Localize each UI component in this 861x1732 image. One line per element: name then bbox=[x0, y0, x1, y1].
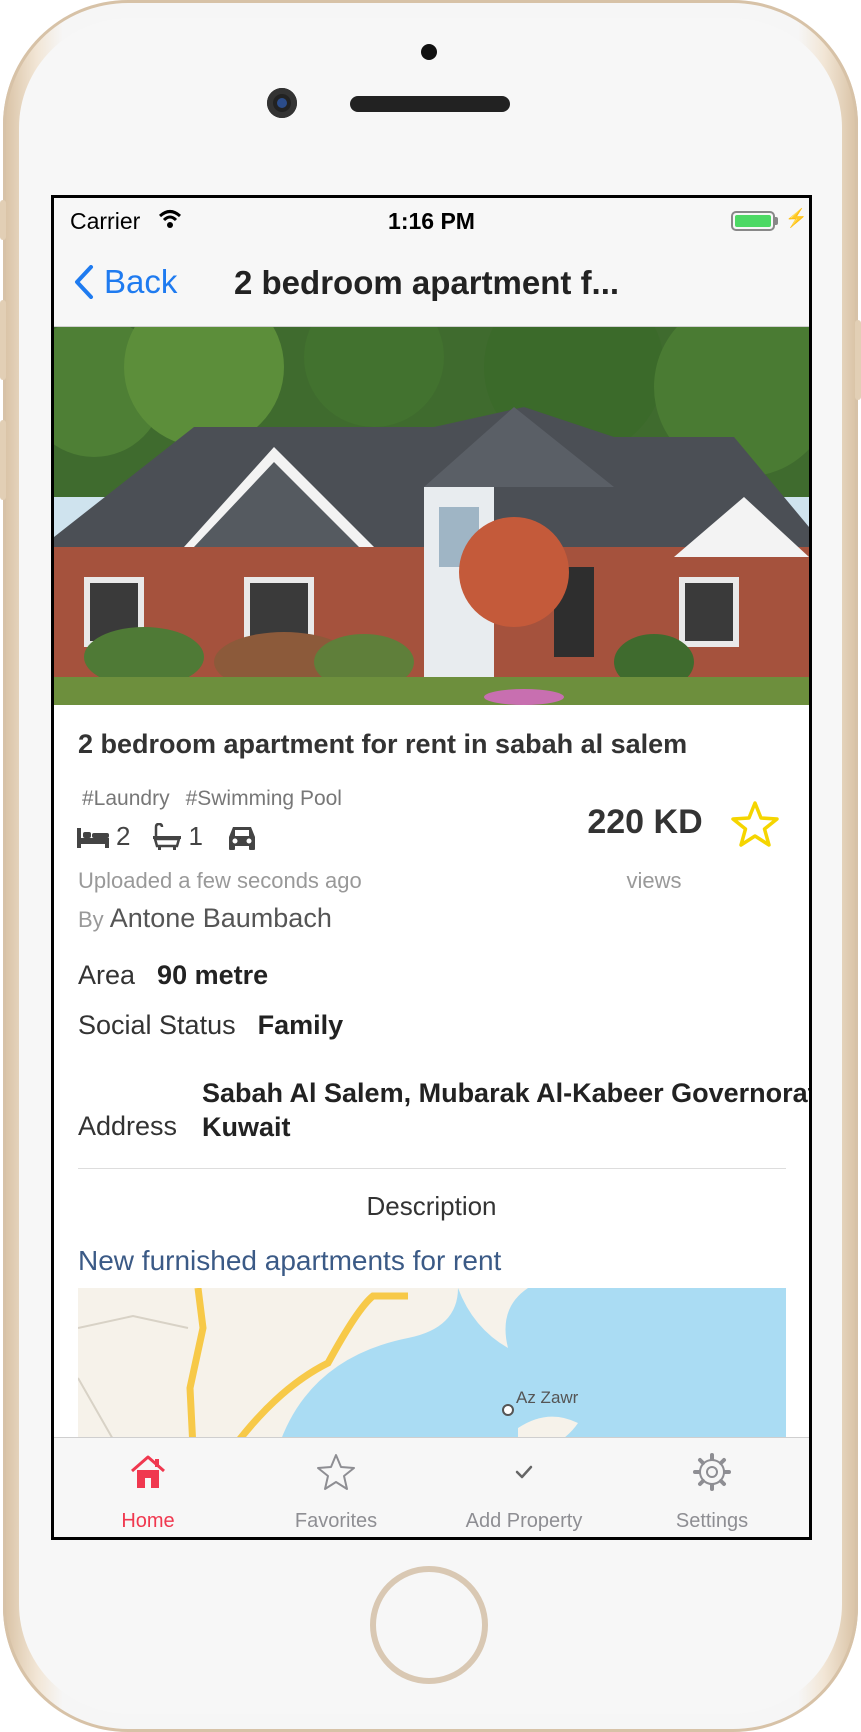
tag-swimming-pool[interactable]: #Swimming Pool bbox=[186, 787, 342, 811]
address-label: Address bbox=[78, 1111, 178, 1141]
address-value: Sabah Al Salem, Mubarak Al-Kabeer Govern… bbox=[202, 1076, 812, 1144]
back-label: Back bbox=[104, 263, 178, 300]
author-name[interactable]: Antone Baumbach bbox=[110, 903, 332, 933]
listing-title: 2 bedroom apartment for rent in sabah al… bbox=[78, 729, 688, 759]
social-status-label: Social Status bbox=[78, 1010, 236, 1040]
views-label: views bbox=[626, 868, 682, 893]
proximity-sensor bbox=[421, 44, 437, 60]
volume-up-button bbox=[0, 300, 6, 380]
bedrooms-feature: 2 bbox=[76, 821, 130, 852]
battery-tip bbox=[775, 217, 778, 225]
front-camera bbox=[267, 88, 297, 118]
address-line-1: Sabah Al Salem, Mubarak Al-Kabeer Govern… bbox=[202, 1078, 812, 1108]
bathrooms-count: 1 bbox=[188, 821, 203, 851]
back-button[interactable]: Back bbox=[74, 260, 177, 304]
author-line: By Antone Baumbach bbox=[78, 903, 332, 934]
area-value: 90 metre bbox=[157, 960, 269, 990]
tab-bar: Home Favorites Add Property Settings bbox=[54, 1437, 809, 1537]
charging-bolt-icon: ⚡ bbox=[785, 208, 808, 228]
price-label: 220 KD bbox=[587, 803, 703, 841]
status-time: 1:16 PM bbox=[388, 208, 475, 234]
favorite-star-icon[interactable] bbox=[729, 799, 781, 851]
area-label: Area bbox=[78, 960, 136, 990]
bed-icon bbox=[77, 827, 109, 848]
star-icon bbox=[317, 1454, 355, 1490]
bathtub-icon bbox=[153, 822, 182, 850]
chevron-left-icon bbox=[75, 265, 93, 299]
tab-add-property-label: Add Property bbox=[465, 1510, 583, 1532]
location-map[interactable]: Az Zawr bbox=[78, 1288, 786, 1448]
navigation-bar: Back 2 bedroom apartment f... bbox=[54, 242, 809, 327]
tab-home-label: Home bbox=[121, 1510, 175, 1532]
description-text: New furnished apartments for rent bbox=[78, 1245, 502, 1276]
map-place-label: Az Zawr bbox=[516, 1388, 579, 1407]
home-icon bbox=[131, 1455, 165, 1488]
nav-title: 2 bedroom apartment f... bbox=[234, 264, 620, 301]
power-button bbox=[855, 320, 861, 400]
property-features: 2 1 bbox=[76, 821, 287, 852]
status-bar: Carrier 1:16 PM ⚡ bbox=[54, 198, 809, 242]
upload-time: Uploaded a few seconds ago bbox=[78, 868, 362, 893]
tab-settings-label: Settings bbox=[675, 1510, 749, 1532]
phone-device: Carrier 1:16 PM ⚡ Back 2 bedroom apartme… bbox=[0, 0, 861, 1732]
section-divider bbox=[78, 1168, 786, 1169]
checkmark-icon bbox=[515, 1465, 533, 1479]
tab-favorites-label: Favorites bbox=[294, 1510, 378, 1532]
tab-home[interactable]: Home bbox=[54, 1438, 242, 1537]
by-label: By bbox=[78, 907, 104, 932]
area-row: Area 90 metre bbox=[78, 960, 268, 991]
address-line-2: Kuwait bbox=[202, 1112, 291, 1142]
bathrooms-feature: 1 bbox=[152, 821, 203, 852]
car-icon bbox=[228, 826, 255, 850]
parking-feature bbox=[225, 823, 265, 851]
tag-laundry[interactable]: #Laundry bbox=[82, 787, 170, 811]
description-heading: Description bbox=[366, 1191, 497, 1221]
social-status-row: Social Status Family bbox=[78, 1010, 343, 1041]
app-screen: Carrier 1:16 PM ⚡ Back 2 bedroom apartme… bbox=[51, 195, 812, 1540]
social-status-value: Family bbox=[257, 1010, 344, 1040]
tab-add-property[interactable]: Add Property bbox=[430, 1438, 618, 1537]
home-button[interactable] bbox=[370, 1566, 488, 1684]
volume-down-button bbox=[0, 420, 6, 500]
property-photo[interactable] bbox=[54, 327, 809, 705]
tab-favorites[interactable]: Favorites bbox=[242, 1438, 430, 1537]
tab-settings[interactable]: Settings bbox=[618, 1438, 806, 1537]
mute-switch bbox=[0, 200, 6, 240]
gear-icon bbox=[693, 1453, 731, 1491]
amenity-tags: #Laundry #Swimming Pool bbox=[82, 787, 342, 811]
battery-icon bbox=[731, 211, 775, 231]
bedrooms-count: 2 bbox=[116, 821, 131, 851]
earpiece-speaker bbox=[350, 96, 510, 112]
